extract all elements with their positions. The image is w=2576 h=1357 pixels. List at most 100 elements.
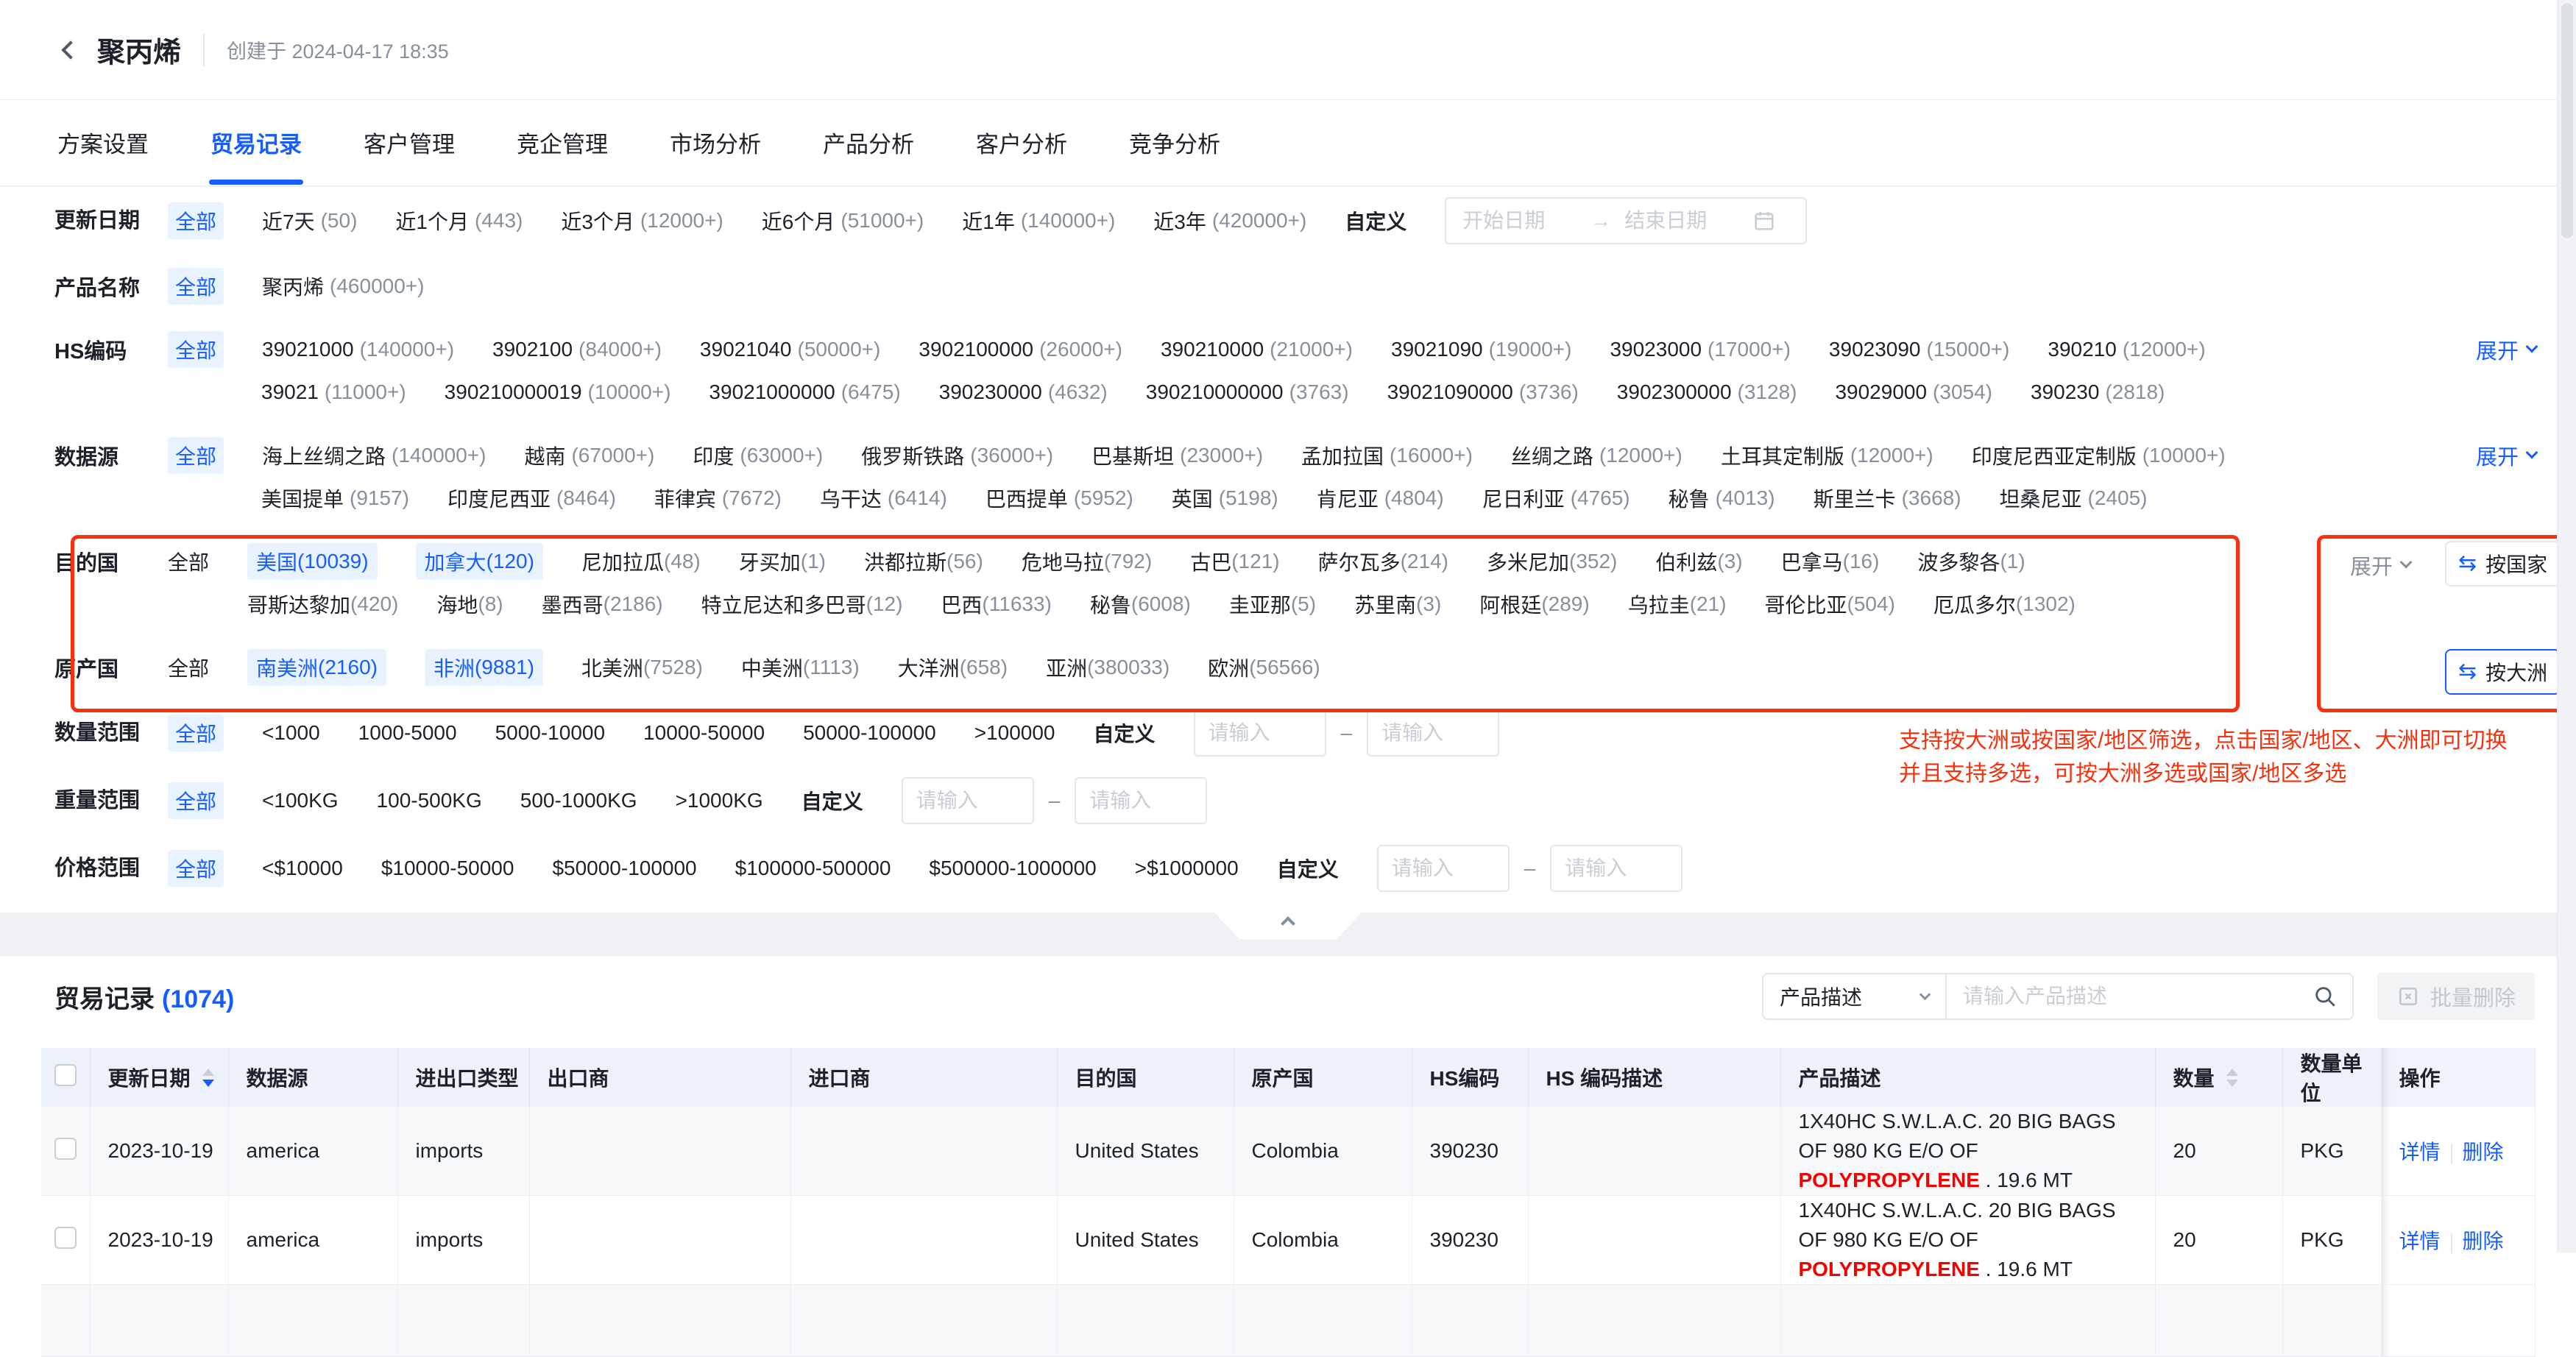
filter-option[interactable]: 多米尼加(352): [1487, 547, 1617, 576]
quantity-min-input[interactable]: [1194, 709, 1326, 757]
filter-option[interactable]: 390230(2818): [2031, 380, 2165, 404]
filter-option[interactable]: 印度尼西亚定制版(10000+): [1972, 441, 2226, 470]
filter-option[interactable]: <1000: [262, 721, 320, 745]
filter-option[interactable]: 南美洲(2160): [247, 649, 386, 686]
delete-link[interactable]: 删除: [2463, 1141, 2504, 1163]
detail-link[interactable]: 详情: [2399, 1141, 2441, 1163]
filter-option[interactable]: 洪都拉斯(56): [864, 547, 983, 576]
filter-option[interactable]: 丝绸之路(12000+): [1511, 441, 1682, 470]
custom-range-label[interactable]: 自定义: [1277, 854, 1339, 883]
filter-option[interactable]: 海地(8): [436, 589, 503, 619]
column-header[interactable]: 更新日期: [90, 1048, 228, 1107]
column-header[interactable]: 产品描述: [1780, 1048, 2155, 1107]
column-header[interactable]: 进口商: [790, 1048, 1057, 1107]
quantity-max-input[interactable]: [1367, 709, 1499, 757]
expand-destination-button[interactable]: 展开: [2350, 550, 2410, 581]
filter-option[interactable]: 孟加拉国(16000+): [1301, 441, 1473, 470]
filter-option[interactable]: 菲律宾(7672): [654, 483, 782, 513]
column-header[interactable]: 原产国: [1234, 1048, 1412, 1107]
filter-option[interactable]: 墨西哥(2186): [542, 589, 663, 619]
filter-option[interactable]: 哥伦比亚(504): [1765, 589, 1895, 619]
scrollbar-thumb[interactable]: [2561, 3, 2573, 238]
filter-option[interactable]: 中美洲(1113): [741, 653, 860, 682]
filter-option[interactable]: 10000-50000: [643, 721, 765, 745]
filter-option[interactable]: 非洲(9881): [425, 649, 543, 686]
filter-option[interactable]: 近3年(420000+): [1153, 206, 1306, 235]
filter-option[interactable]: 美国(10039): [247, 543, 378, 580]
column-header[interactable]: 进出口类型: [397, 1048, 529, 1107]
sort-asc-icon[interactable]: [2226, 1069, 2238, 1076]
detail-link[interactable]: 详情: [2399, 1230, 2441, 1253]
filter-option[interactable]: 3902100000(26000+): [919, 338, 1122, 361]
filter-option[interactable]: $50000-100000: [552, 857, 696, 880]
sort-buttons[interactable]: [202, 1069, 214, 1087]
column-header[interactable]: 数量单位: [2282, 1048, 2381, 1107]
filter-option[interactable]: 尼日利亚(4765): [1482, 483, 1630, 513]
filter-option[interactable]: 肯尼亚(4804): [1317, 483, 1444, 513]
filter-option[interactable]: 390210000(21000+): [1161, 338, 1353, 361]
filter-option[interactable]: 巴拿马(16): [1781, 547, 1880, 576]
tab[interactable]: 客户管理: [364, 100, 455, 185]
filter-option[interactable]: >100000: [974, 721, 1055, 745]
filter-option[interactable]: 越南(67000+): [524, 441, 654, 470]
filter-option[interactable]: 5000-10000: [495, 721, 605, 745]
filter-option[interactable]: 390210000000(3763): [1146, 380, 1349, 404]
filter-option[interactable]: 3902100(84000+): [492, 338, 662, 361]
column-header[interactable]: HS编码: [1412, 1048, 1528, 1107]
start-date-input[interactable]: [1461, 208, 1579, 233]
row-checkbox[interactable]: [54, 1227, 77, 1249]
filter-option[interactable]: 390210000019(10000+): [445, 380, 671, 404]
filter-option[interactable]: 土耳其定制版(12000+): [1721, 441, 1933, 470]
filter-option[interactable]: 俄罗斯铁路(36000+): [861, 441, 1053, 470]
search-field-select[interactable]: 产品描述: [1763, 974, 1945, 1018]
filter-option[interactable]: 波多黎各(1): [1917, 547, 2025, 576]
filter-all-option[interactable]: 全部: [168, 268, 224, 305]
filter-all-option[interactable]: 全部: [168, 850, 224, 887]
search-input[interactable]: [1961, 984, 2305, 1009]
filter-all-option[interactable]: 全部: [168, 653, 209, 682]
column-header[interactable]: HS 编码描述: [1528, 1048, 1780, 1107]
filter-option[interactable]: 危地马拉(792): [1022, 547, 1152, 576]
tab[interactable]: 客户分析: [976, 100, 1067, 185]
filter-option[interactable]: 厄瓜多尔(1302): [1933, 589, 2076, 619]
tab[interactable]: 竞争分析: [1129, 100, 1220, 185]
filter-option[interactable]: 尼加拉瓜(48): [581, 547, 701, 576]
back-button[interactable]: [54, 34, 87, 66]
filter-option[interactable]: 近1个月(443): [395, 206, 523, 235]
filter-option[interactable]: 印度尼西亚(8464): [447, 483, 616, 513]
row-checkbox[interactable]: [54, 1138, 77, 1160]
filter-option[interactable]: $100000-500000: [735, 857, 891, 880]
search-icon[interactable]: [2313, 984, 2338, 1009]
filter-option[interactable]: 39021000000(6475): [709, 380, 900, 404]
filter-option[interactable]: 近3个月(12000+): [561, 206, 723, 235]
filter-option[interactable]: <$10000: [262, 857, 343, 880]
sort-desc-icon[interactable]: [2226, 1080, 2238, 1087]
filter-option[interactable]: 390230000(4632): [939, 380, 1108, 404]
end-date-input[interactable]: [1623, 208, 1741, 233]
sort-desc-icon[interactable]: [202, 1080, 214, 1087]
filter-option[interactable]: 乌干达(6414): [820, 483, 947, 513]
price-max-input[interactable]: [1550, 845, 1682, 892]
filter-option[interactable]: 巴基斯坦(23000+): [1091, 441, 1263, 470]
filter-option[interactable]: 3902300000(3128): [1617, 380, 1797, 404]
filter-option[interactable]: >$1000000: [1135, 857, 1239, 880]
filter-option[interactable]: 英国(5198): [1172, 483, 1278, 513]
column-header[interactable]: 数量: [2155, 1048, 2282, 1107]
filter-option[interactable]: 39023000(17000+): [1610, 338, 1790, 361]
tab[interactable]: 竞企管理: [517, 100, 608, 185]
filter-option[interactable]: 聚丙烯(460000+): [262, 272, 424, 301]
sort-asc-icon[interactable]: [202, 1069, 214, 1076]
filter-option[interactable]: 牙买加(1): [739, 547, 826, 576]
collapse-filters-button[interactable]: [1214, 913, 1362, 939]
delete-link[interactable]: 删除: [2463, 1230, 2504, 1253]
weight-max-input[interactable]: [1075, 777, 1207, 824]
expand-hs-code-button[interactable]: 展开: [2476, 334, 2536, 365]
filter-option[interactable]: 390210(12000+): [2048, 338, 2205, 361]
filter-option[interactable]: 近6个月(51000+): [762, 206, 924, 235]
tab[interactable]: 市场分析: [670, 100, 761, 185]
filter-option[interactable]: 坦桑尼亚(2405): [2000, 483, 2148, 513]
filter-option[interactable]: 39023090(15000+): [1829, 338, 2009, 361]
tab[interactable]: 方案设置: [57, 100, 149, 185]
column-header[interactable]: 出口商: [529, 1048, 790, 1107]
filter-option[interactable]: 39021090(19000+): [1391, 338, 1571, 361]
